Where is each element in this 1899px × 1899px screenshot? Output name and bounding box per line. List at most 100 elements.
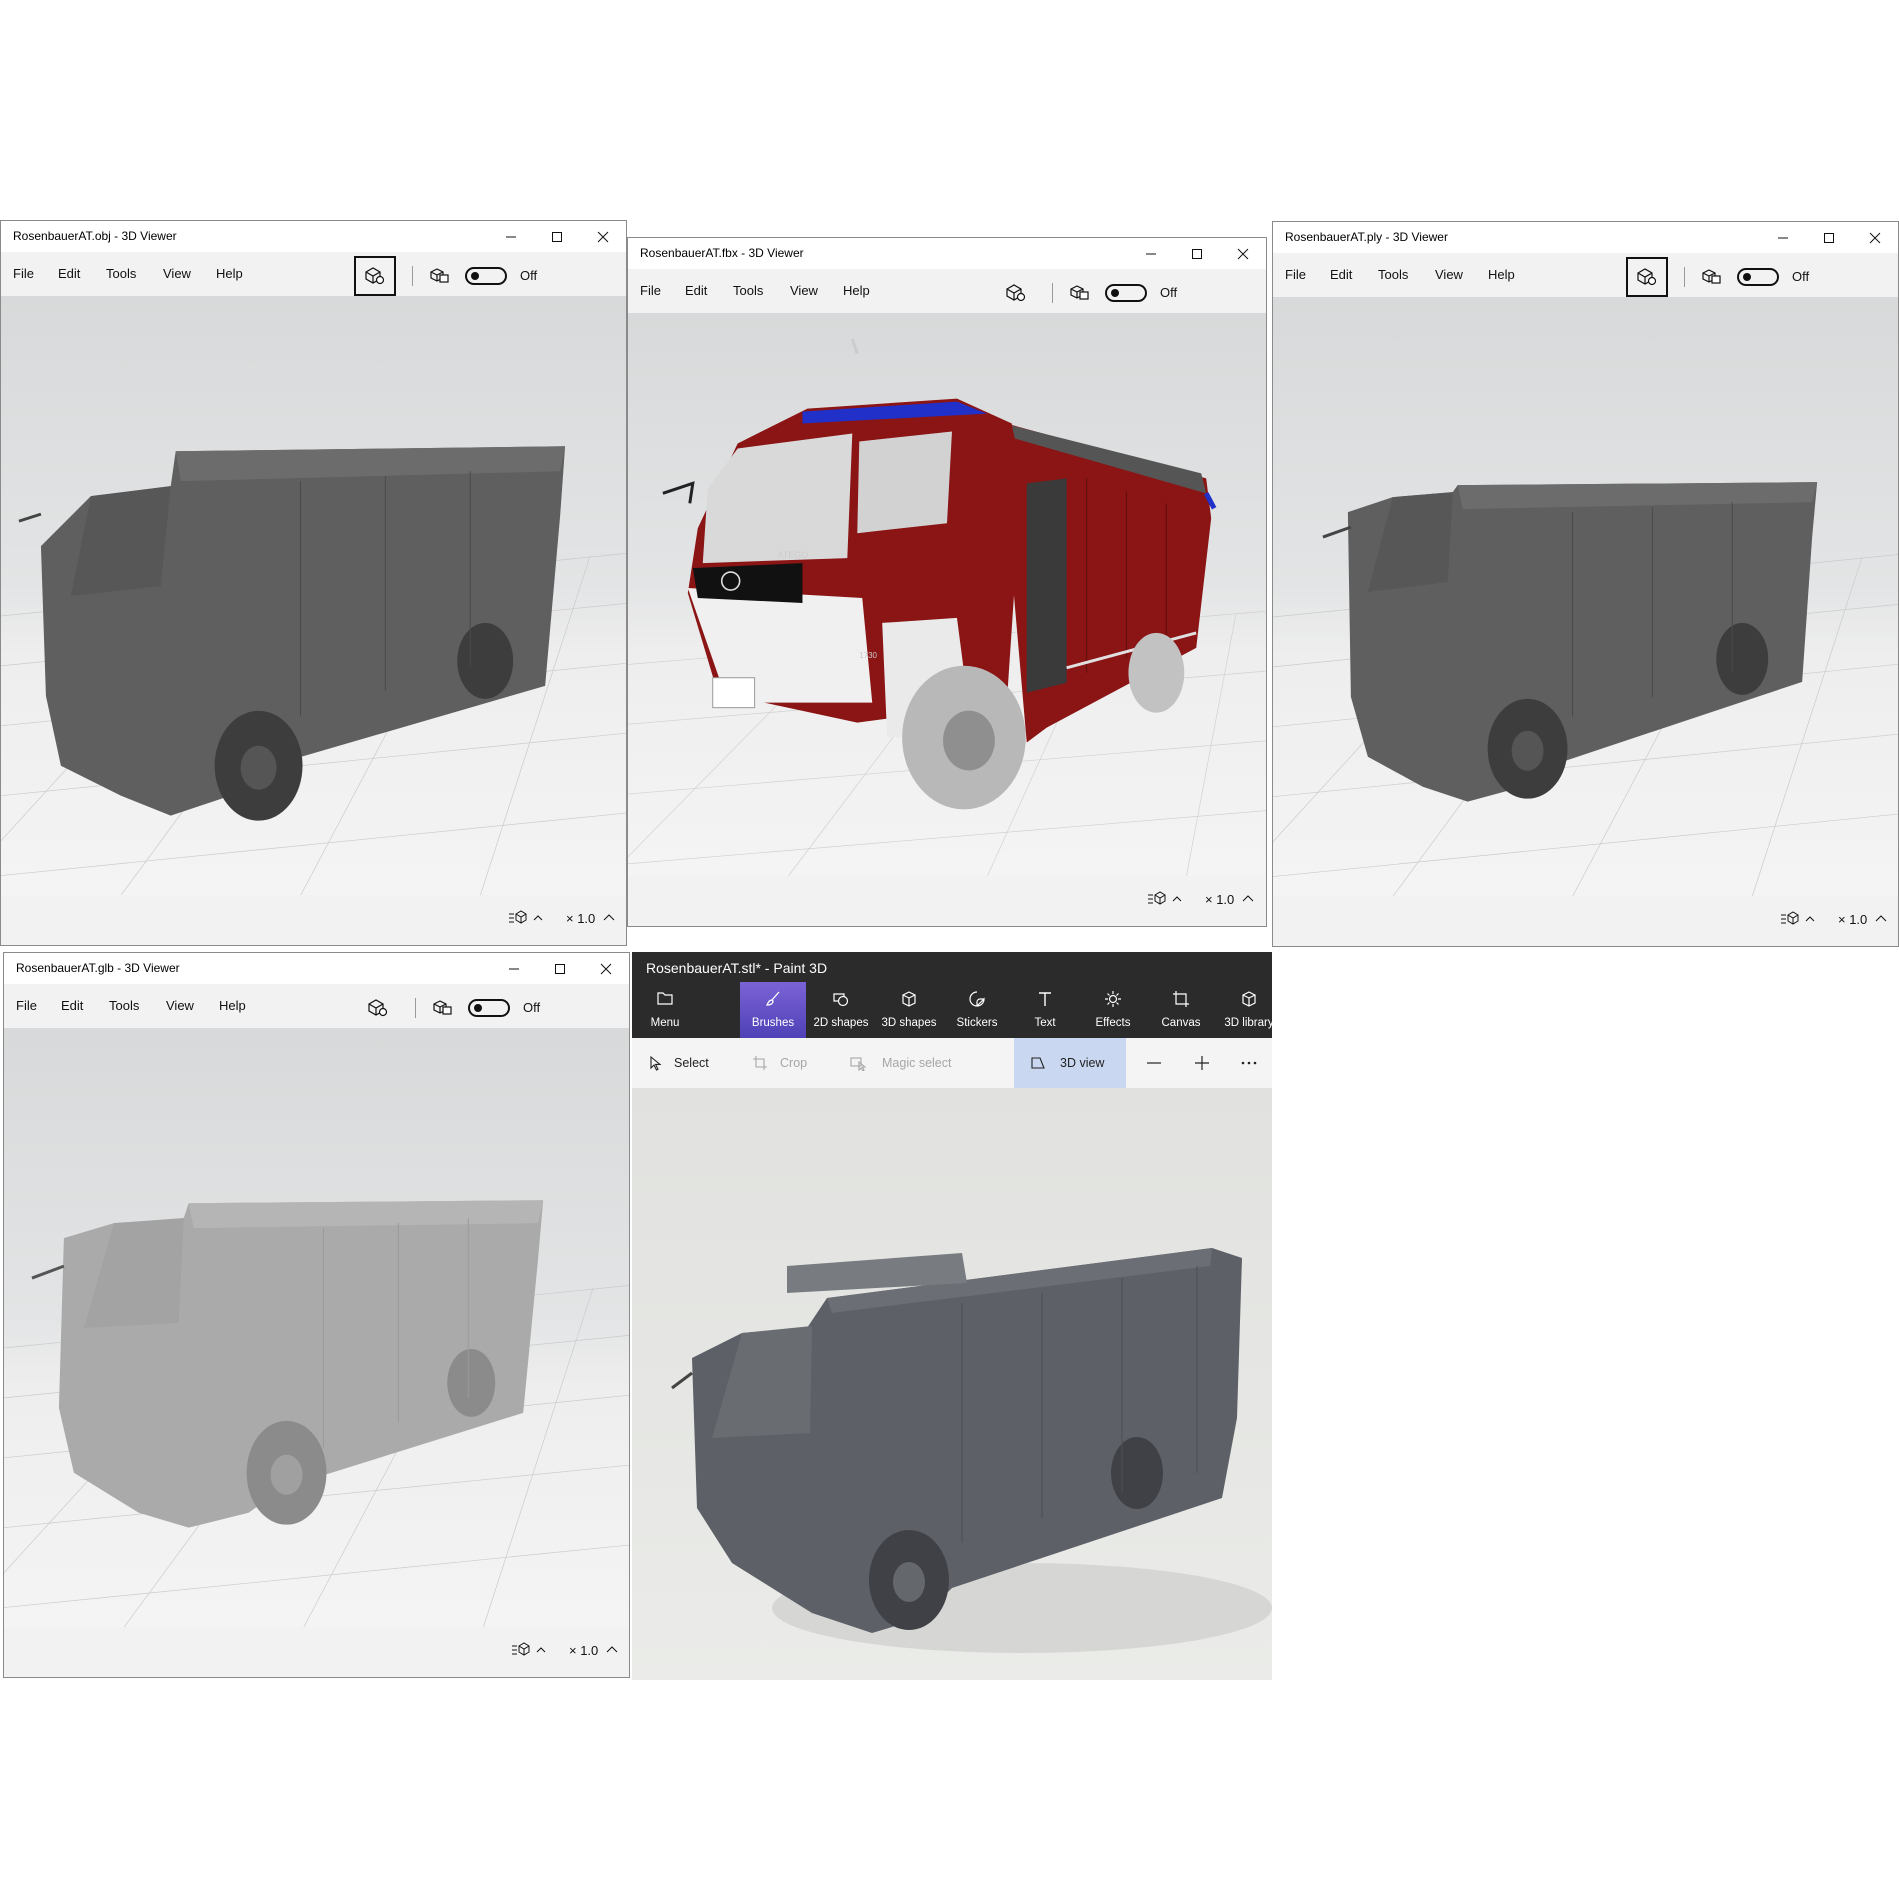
canvas-button[interactable]: Canvas xyxy=(1148,982,1214,1038)
toggle-label: Off xyxy=(1792,269,1810,284)
toggle-knob xyxy=(471,272,479,280)
maximize-icon[interactable] xyxy=(1174,238,1220,269)
crop-icon xyxy=(753,1056,767,1070)
zoom-level[interactable]: × 1.0 xyxy=(566,911,595,926)
title-bar[interactable]: RosenbauerAT.stl* - Paint 3D xyxy=(632,952,1272,982)
menu-bar: File Edit Tools View Help Off xyxy=(4,984,629,1028)
menu-tools[interactable]: Tools xyxy=(109,998,139,1013)
menu-edit[interactable]: Edit xyxy=(685,283,707,298)
text-button[interactable]: Text xyxy=(1012,982,1078,1038)
minimize-icon[interactable] xyxy=(491,953,537,984)
menu-help[interactable]: Help xyxy=(1488,267,1515,282)
menu-tools[interactable]: Tools xyxy=(106,266,136,281)
minimize-icon[interactable] xyxy=(1760,222,1806,253)
animation-toggle[interactable] xyxy=(468,999,510,1017)
close-icon[interactable] xyxy=(1220,238,1266,269)
toggle-knob xyxy=(474,1004,482,1012)
3d-shapes-button[interactable]: 3D shapes xyxy=(876,982,942,1038)
lighting-icon[interactable] xyxy=(422,256,456,296)
crop-button[interactable]: Crop xyxy=(752,1038,807,1088)
toggle-label: Off xyxy=(523,1000,541,1015)
menu-bar: File Edit Tools View Help Off xyxy=(1273,253,1898,297)
animation-toggle[interactable] xyxy=(465,267,507,285)
menu-edit[interactable]: Edit xyxy=(58,266,80,281)
lighting-icon[interactable] xyxy=(1062,273,1096,313)
model-cube-icon[interactable] xyxy=(354,256,396,296)
zoom-level[interactable]: × 1.0 xyxy=(1205,892,1234,907)
crew-door xyxy=(1026,478,1067,693)
maximize-icon[interactable] xyxy=(1806,222,1852,253)
menu-help[interactable]: Help xyxy=(219,998,246,1013)
menu-button[interactable]: Menu xyxy=(632,982,698,1038)
menu-view[interactable]: View xyxy=(1435,267,1463,282)
3d-library-button[interactable]: 3D library xyxy=(1216,982,1272,1038)
3d-viewport[interactable]: ATEGO 1730 xyxy=(628,313,1266,878)
model-cube-icon[interactable] xyxy=(995,273,1037,313)
3d-library-label: 3D library xyxy=(1224,1017,1272,1029)
wheel-hub xyxy=(240,745,277,790)
zoom-out-button[interactable] xyxy=(1146,1038,1162,1088)
more-options-button[interactable] xyxy=(1240,1038,1258,1088)
menu-help[interactable]: Help xyxy=(216,266,243,281)
window-fbx-viewer: RosenbauerAT.fbx - 3D Viewer File Edit T… xyxy=(627,237,1267,927)
title-bar[interactable]: RosenbauerAT.glb - 3D Viewer xyxy=(4,953,629,984)
chevron-up-icon[interactable] xyxy=(1875,912,1887,924)
minimize-icon[interactable] xyxy=(1128,238,1174,269)
2d-shapes-button[interactable]: 2D shapes xyxy=(808,982,874,1038)
menu-tools[interactable]: Tools xyxy=(733,283,763,298)
model-cube-icon[interactable] xyxy=(1626,257,1668,297)
3d-viewport[interactable] xyxy=(1,296,626,896)
chevron-up-icon[interactable] xyxy=(606,1643,618,1655)
lighting-icon[interactable] xyxy=(425,988,459,1028)
zoom-level[interactable]: × 1.0 xyxy=(1838,912,1867,927)
title-bar[interactable]: RosenbauerAT.obj - 3D Viewer xyxy=(1,221,626,252)
fire-truck-model xyxy=(1,446,626,896)
environment-icon[interactable] xyxy=(507,910,543,926)
title-bar[interactable]: RosenbauerAT.ply - 3D Viewer xyxy=(1273,222,1898,253)
menu-file[interactable]: File xyxy=(640,283,661,298)
menu-view[interactable]: View xyxy=(163,266,191,281)
menu-file[interactable]: File xyxy=(13,266,34,281)
3d-viewport[interactable] xyxy=(1273,297,1898,897)
chevron-up-icon[interactable] xyxy=(603,911,615,923)
brushes-button[interactable]: Brushes xyxy=(740,982,806,1038)
chevron-up-icon[interactable] xyxy=(1242,892,1254,904)
menu-help[interactable]: Help xyxy=(843,283,870,298)
select-button[interactable]: Select xyxy=(648,1038,709,1088)
model-cube-icon[interactable] xyxy=(357,988,399,1028)
menu-tools[interactable]: Tools xyxy=(1378,267,1408,282)
close-icon[interactable] xyxy=(1852,222,1898,253)
paint3d-canvas[interactable] xyxy=(632,1088,1272,1680)
3d-viewport[interactable] xyxy=(4,1028,629,1628)
close-icon[interactable] xyxy=(580,221,626,252)
animation-toggle[interactable] xyxy=(1105,284,1147,302)
animation-toggle[interactable] xyxy=(1737,268,1779,286)
menu-edit[interactable]: Edit xyxy=(61,998,83,1013)
zoom-level[interactable]: × 1.0 xyxy=(569,1643,598,1658)
environment-icon[interactable] xyxy=(1779,911,1815,927)
select-label: Select xyxy=(674,1056,709,1070)
3d-view-button[interactable]: 3D view xyxy=(1014,1038,1126,1088)
menu-view[interactable]: View xyxy=(166,998,194,1013)
toggle-knob xyxy=(1111,289,1119,297)
title-bar[interactable]: RosenbauerAT.fbx - 3D Viewer xyxy=(628,238,1266,269)
cursor-icon xyxy=(650,1055,662,1071)
effects-button[interactable]: Effects xyxy=(1080,982,1146,1038)
3d-view-label: 3D view xyxy=(1060,1056,1105,1070)
menu-file[interactable]: File xyxy=(16,998,37,1013)
menu-view[interactable]: View xyxy=(790,283,818,298)
menu-file[interactable]: File xyxy=(1285,267,1306,282)
minus-icon xyxy=(1147,1062,1161,1064)
minimize-icon[interactable] xyxy=(488,221,534,252)
menu-edit[interactable]: Edit xyxy=(1330,267,1352,282)
stickers-button[interactable]: Stickers xyxy=(944,982,1010,1038)
zoom-in-button[interactable] xyxy=(1194,1038,1210,1088)
environment-icon[interactable] xyxy=(510,1642,546,1658)
magic-select-button[interactable]: Magic select xyxy=(850,1038,951,1088)
environment-icon[interactable] xyxy=(1146,891,1182,907)
window-title: RosenbauerAT.obj - 3D Viewer xyxy=(13,229,177,243)
maximize-icon[interactable] xyxy=(534,221,580,252)
maximize-icon[interactable] xyxy=(537,953,583,984)
close-icon[interactable] xyxy=(583,953,629,984)
lighting-icon[interactable] xyxy=(1694,257,1728,297)
